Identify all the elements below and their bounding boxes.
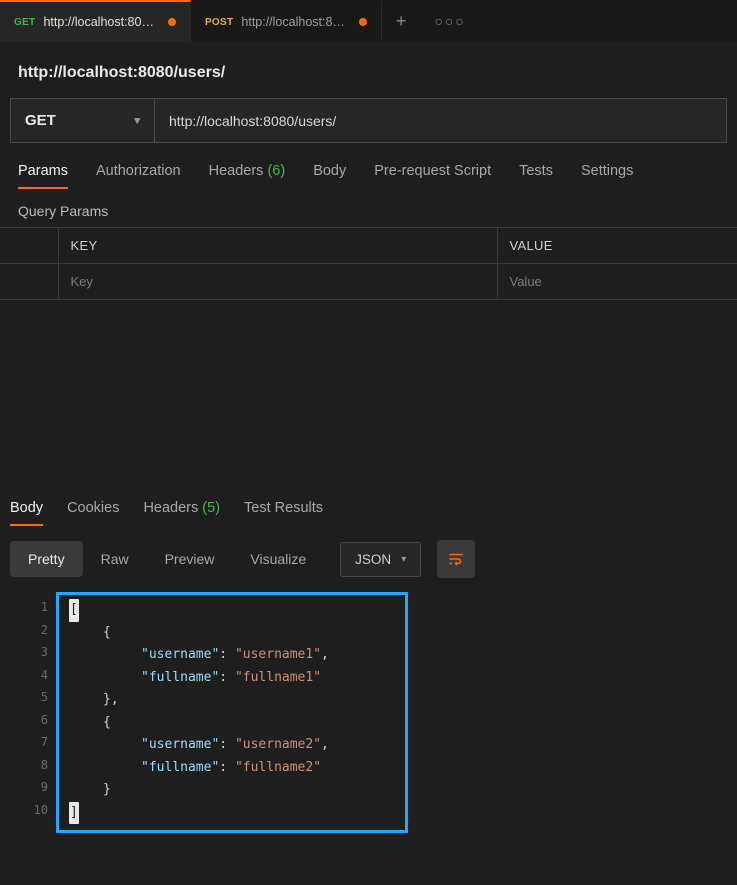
request-tab[interactable]: POST http://localhost:8… — [191, 0, 382, 42]
unsaved-dot-icon — [359, 18, 367, 26]
tab-strip: GET http://localhost:80… POST http://localh… — [0, 0, 737, 42]
response-tabs: Body Cookies Headers (5) Test Results — [0, 500, 737, 526]
tab-headers[interactable]: Headers (6) — [209, 163, 286, 189]
request-bar: GET ▾ — [0, 98, 737, 143]
http-method-value: GET — [25, 112, 56, 129]
tab-body[interactable]: Body — [313, 163, 346, 189]
response-format-select[interactable]: JSON ▾ — [340, 542, 421, 577]
chevron-down-icon: ▾ — [134, 114, 140, 127]
query-params-table: KEY VALUE Key Value — [0, 227, 737, 300]
resp-tab-test-results[interactable]: Test Results — [244, 500, 323, 526]
query-params-key-header: KEY — [58, 228, 497, 264]
tab-label: http://localhost:8… — [241, 15, 345, 29]
tab-method-label: POST — [205, 17, 233, 28]
request-config-tabs: Params Authorization Headers (6) Body Pr… — [0, 143, 737, 189]
response-body-code: [{"username": "username1","fullname": "f… — [56, 592, 408, 833]
resp-tab-headers[interactable]: Headers (5) — [143, 500, 220, 526]
query-params-row[interactable]: Key Value — [0, 264, 737, 300]
tab-authorization[interactable]: Authorization — [96, 163, 181, 189]
view-pretty-button[interactable]: Pretty — [10, 541, 83, 577]
wrap-lines-button[interactable] — [437, 540, 475, 578]
unsaved-dot-icon — [168, 18, 176, 26]
tab-tests[interactable]: Tests — [519, 163, 553, 189]
query-params-check-header — [0, 228, 58, 264]
query-params-value-header: VALUE — [497, 228, 737, 264]
chevron-down-icon: ▾ — [401, 554, 406, 565]
response-body-viewer[interactable]: 12345678910 [{"username": "username1","f… — [0, 592, 737, 833]
request-tab[interactable]: GET http://localhost:80… — [0, 0, 191, 42]
tab-label: http://localhost:80… — [43, 15, 153, 29]
view-raw-button[interactable]: Raw — [83, 541, 147, 577]
new-tab-button[interactable]: + — [382, 11, 421, 32]
resp-tab-body[interactable]: Body — [10, 500, 43, 526]
request-title: http://localhost:8080/users/ — [0, 42, 737, 98]
query-params-value-input[interactable]: Value — [497, 264, 737, 300]
query-params-heading: Query Params — [0, 189, 737, 227]
tab-params[interactable]: Params — [18, 163, 68, 189]
query-params-key-input[interactable]: Key — [58, 264, 497, 300]
request-url-input[interactable] — [155, 98, 727, 143]
response-view-group: Pretty Raw Preview Visualize — [10, 541, 324, 577]
tab-settings[interactable]: Settings — [581, 163, 633, 189]
tab-pre-request[interactable]: Pre-request Script — [374, 163, 491, 189]
http-method-select[interactable]: GET ▾ — [10, 98, 155, 143]
resp-tab-cookies[interactable]: Cookies — [67, 500, 119, 526]
tab-overflow-button[interactable]: ○○○ — [420, 13, 479, 29]
tab-method-label: GET — [14, 17, 35, 28]
view-preview-button[interactable]: Preview — [147, 541, 233, 577]
wrap-icon — [447, 550, 465, 568]
response-view-controls: Pretty Raw Preview Visualize JSON ▾ — [0, 526, 737, 592]
view-visualize-button[interactable]: Visualize — [232, 541, 324, 577]
